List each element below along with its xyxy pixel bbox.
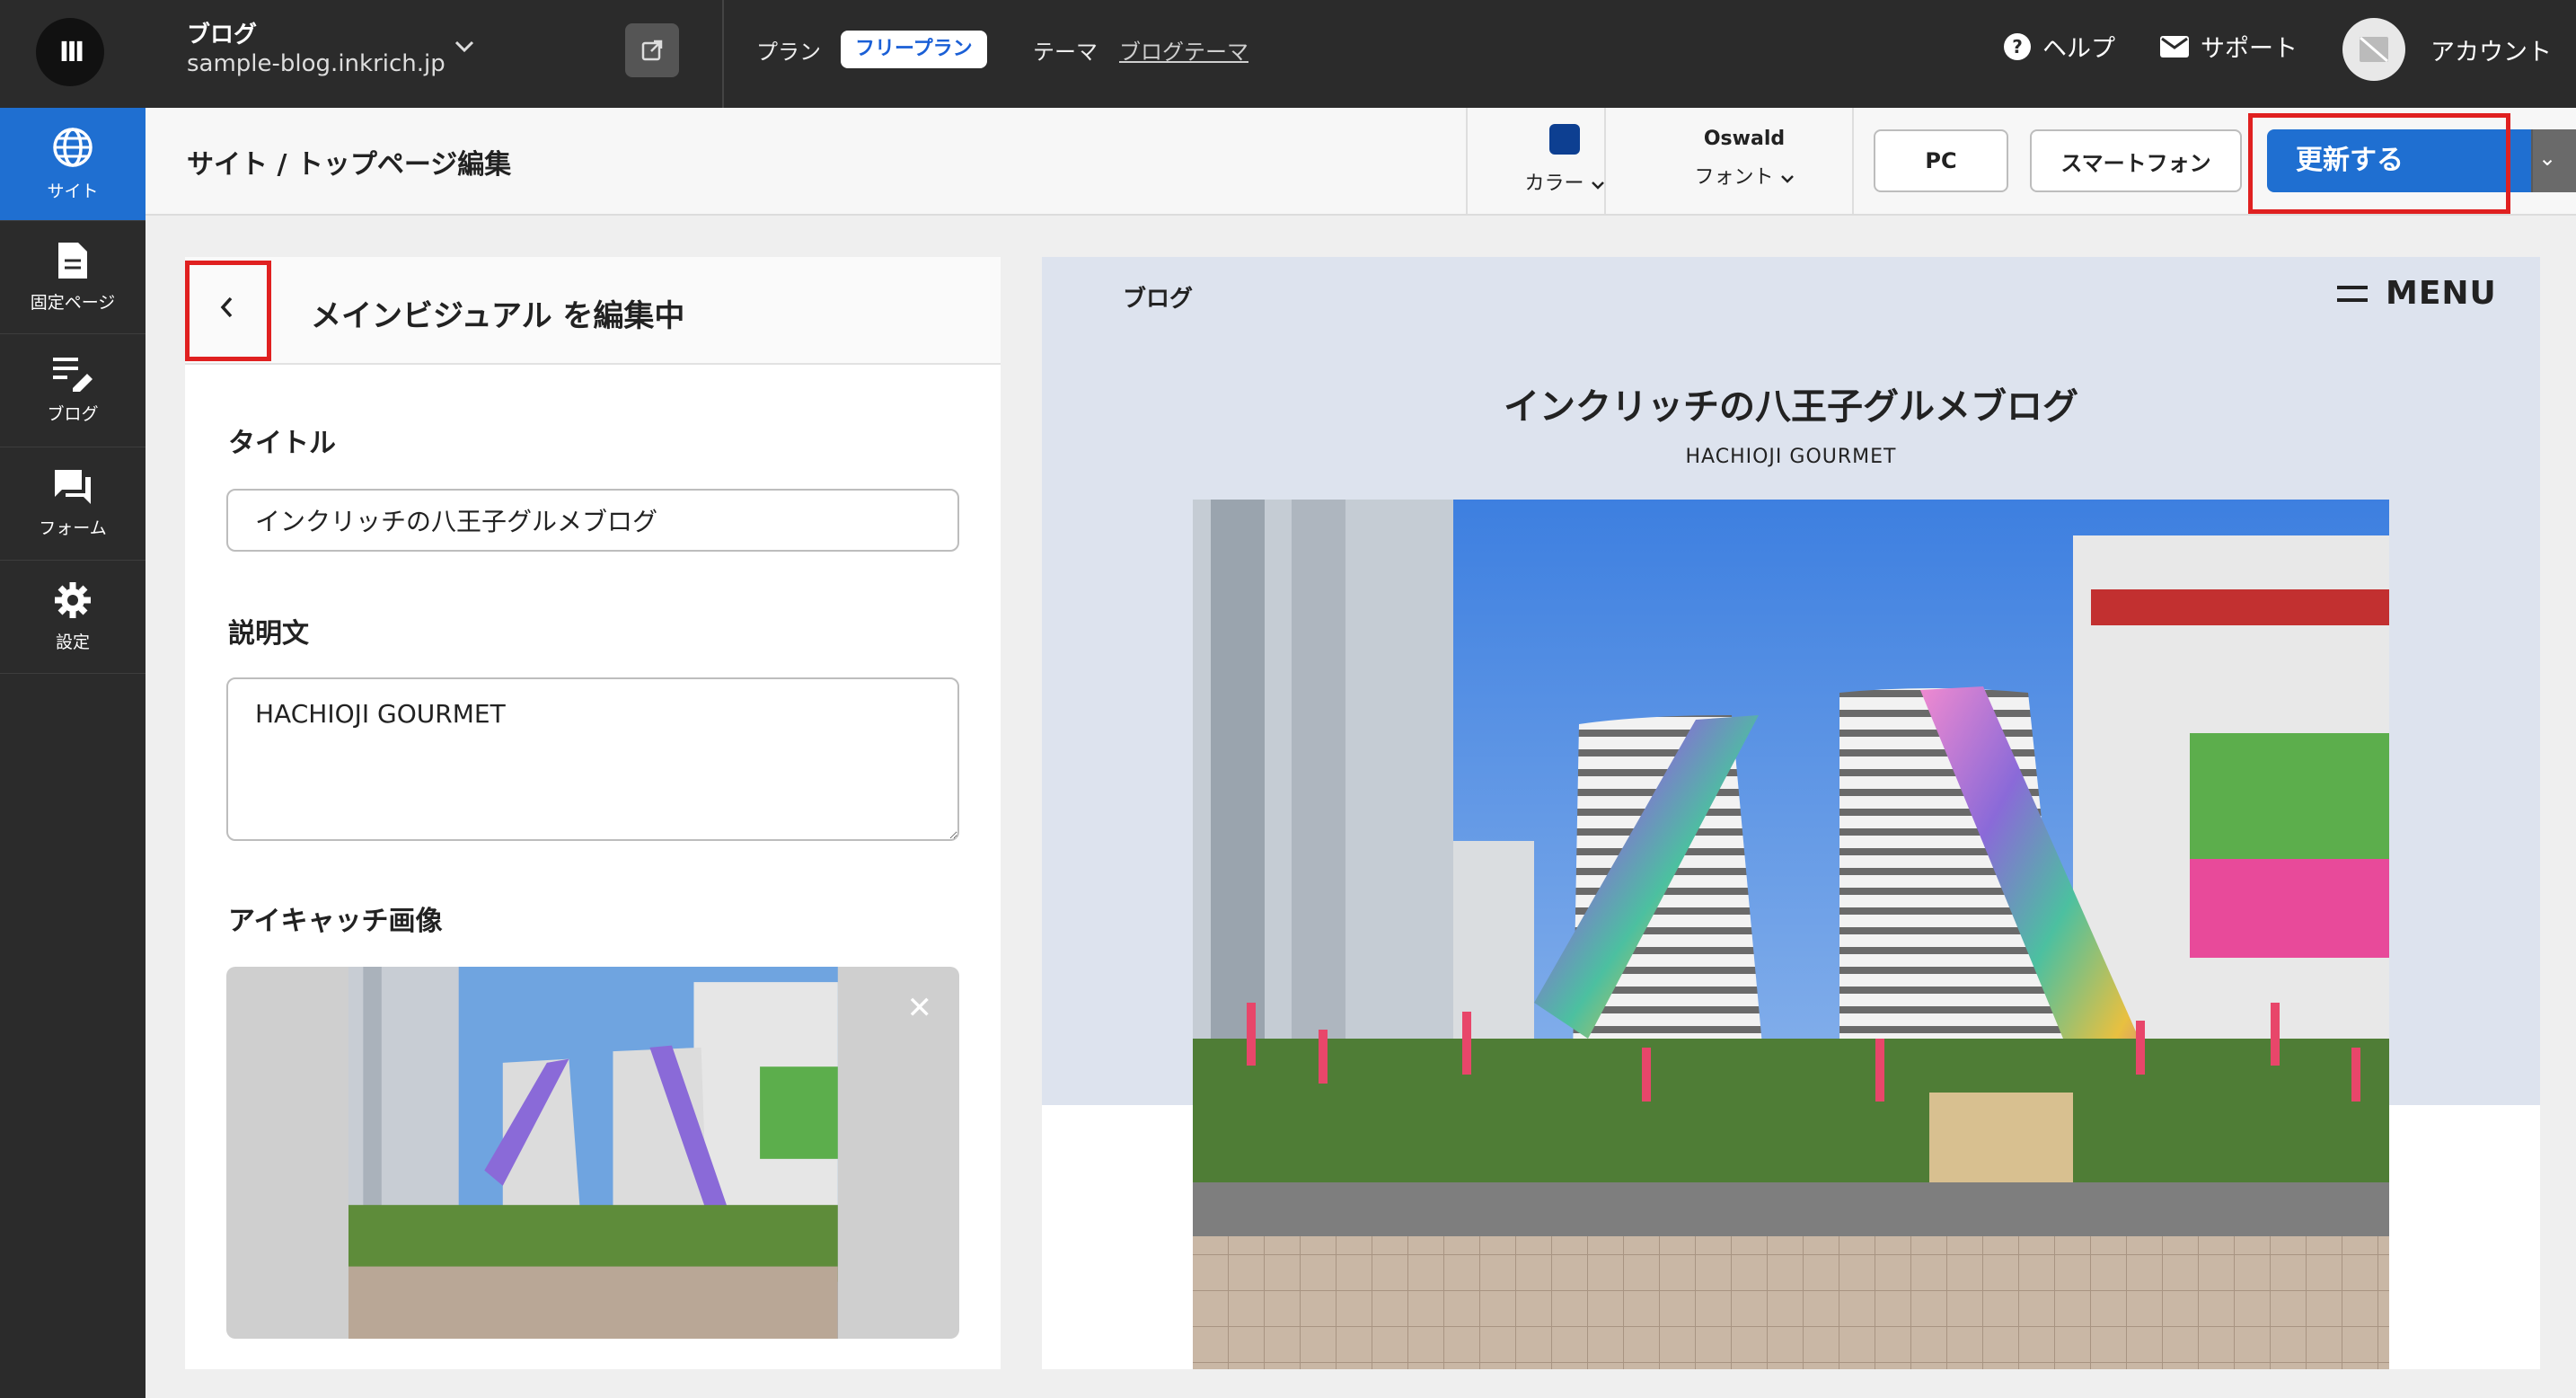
sidebar-item-label: 設定 [55,633,90,652]
sidebar-item-pages[interactable]: 固定ページ [0,221,146,334]
panel-title: メインビジュアル を編集中 [311,298,685,334]
divider [722,0,724,108]
eyecatch-thumbnail [348,967,838,1339]
main-visual-image [1193,500,2389,1369]
chevron-down-icon [1780,175,1794,183]
edit-panel: メインビジュアル を編集中 タイトル 説明文 HACHIOJI GOURMET … [185,257,1001,1369]
chat-icon [55,470,91,504]
sidebar-item-settings[interactable]: 設定 [0,561,146,674]
svg-text:?: ? [2012,36,2023,58]
site-name[interactable]: ブログ [187,16,257,49]
preview-menu-button[interactable]: MENU [2335,275,2497,312]
help-icon: ? [2004,32,2031,60]
account-menu[interactable]: アカウント [2342,18,2552,81]
avatar[interactable] [2342,18,2405,81]
mail-icon [2160,35,2189,58]
title-label: タイトル [228,428,336,459]
sidebar: サイト 固定ページ ブログ フォーム 設定 [0,108,146,1398]
color-picker[interactable]: カラー [1520,124,1610,196]
page-preview: ブログ MENU インクリッチの八王子グルメブログ HACHIOJI GOURM… [1042,257,2540,1369]
edit-list-icon [53,358,93,392]
sidebar-item-label: フォーム [39,518,107,538]
main-visual-photo [1193,500,2389,1369]
color-label: カラー [1524,173,1584,195]
help-label: ヘルプ [2042,35,2115,63]
theme-label: テーマ [1033,40,1098,65]
plan-badge[interactable]: フリープラン [841,31,987,68]
preview-brand[interactable]: ブログ [1123,280,1193,314]
smartphone-view-button[interactable]: スマートフォン [2030,129,2242,192]
eyecatch-image-box[interactable]: ✕ [226,967,959,1339]
image-placeholder-icon [2360,36,2388,63]
update-options-button[interactable]: ⌄ [2533,129,2576,192]
eyecatch-label: アイキャッチ画像 [228,906,443,937]
sidebar-item-label: サイト [47,181,99,201]
description-label: 説明文 [228,618,309,650]
divider [1604,108,1606,214]
sidebar-item-blog[interactable]: ブログ [0,334,146,447]
support-link[interactable]: サポート [2159,29,2298,64]
divider [1466,108,1468,214]
close-icon[interactable]: ✕ [907,990,933,1026]
editor-toolbar: サイト / トップページ編集 カラー Oswald フォント PC スマートフォ… [146,108,2576,216]
panel-header: メインビジュアル を編集中 [185,257,1001,365]
highlight-back [185,261,271,361]
breadcrumb: サイト / トップページ編集 [187,149,512,181]
font-label: フォント [1694,166,1774,189]
plan-label: プラン [756,40,821,65]
support-label: サポート [2201,35,2298,63]
preview-title: インクリッチの八王子グルメブログ [1504,386,2078,428]
preview-subtitle: HACHIOJI GOURMET [1685,446,1897,468]
description-textarea[interactable]: HACHIOJI GOURMET [226,677,959,841]
highlight-update [2248,113,2510,214]
font-picker[interactable]: Oswald フォント [1672,128,1816,190]
gear-icon [55,582,91,618]
sidebar-item-site[interactable]: サイト [0,108,146,221]
document-icon [58,243,87,279]
external-link-icon [641,40,663,61]
chevron-down-icon[interactable] [454,32,474,59]
menu-label: MENU [2386,275,2497,312]
site-url[interactable]: sample-blog.inkrich.jp [187,50,446,77]
hamburger-icon [2337,285,2368,302]
sidebar-item-form[interactable]: フォーム [0,447,146,561]
sidebar-item-label: 固定ページ [30,293,116,313]
account-label: アカウント [2430,38,2552,66]
font-name: Oswald [1703,128,1786,150]
sidebar-item-label: ブログ [47,404,99,424]
help-link[interactable]: ? ヘルプ [2003,29,2115,64]
globe-icon [53,128,93,167]
app-logo[interactable]: Ⅲ [36,18,104,86]
chevron-down-icon: ⌄ [2538,146,2557,171]
top-bar: Ⅲ ブログ sample-blog.inkrich.jp プラン フリープラン … [0,0,2576,108]
title-input[interactable] [226,489,959,552]
open-site-button[interactable] [625,23,679,77]
pc-view-button[interactable]: PC [1874,129,2008,192]
theme-link[interactable]: ブログテーマ [1119,34,1248,66]
color-swatch [1549,124,1580,155]
divider [1852,108,1854,214]
chevron-down-icon [1591,181,1604,190]
